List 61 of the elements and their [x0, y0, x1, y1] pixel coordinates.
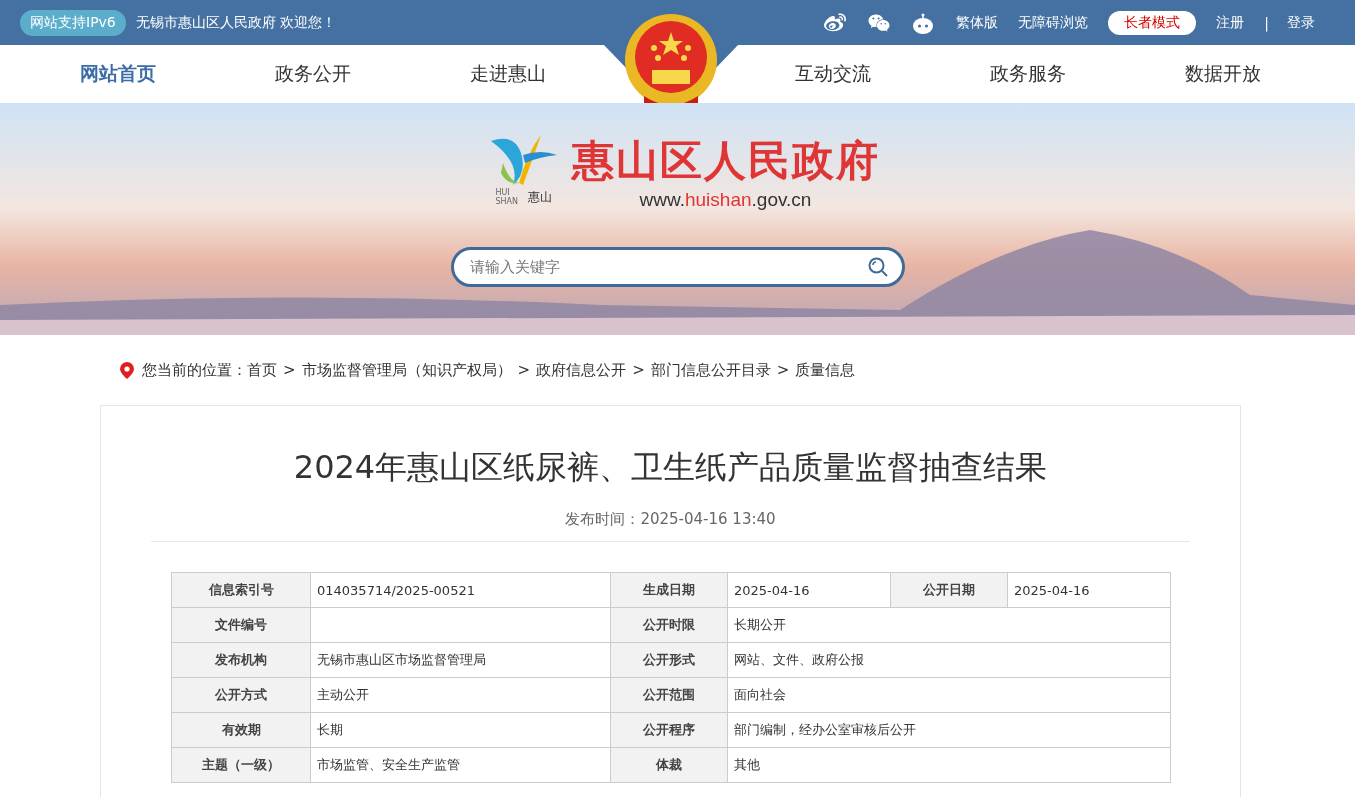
field-label: 公开日期 [890, 572, 1008, 608]
nav-item[interactable]: 互动交流 [735, 61, 930, 87]
field-value: 部门编制，经办公室审核后公开 [727, 712, 1171, 748]
field-value: 长期 [310, 712, 611, 748]
top-link[interactable]: 繁体版 [956, 13, 999, 32]
field-label: 有效期 [171, 712, 311, 748]
field-label: 生成日期 [610, 572, 728, 608]
elder-mode-button[interactable]: 长者模式 [1108, 10, 1197, 35]
top-link[interactable]: 无障碍浏览 [1018, 13, 1089, 32]
field-label: 公开方式 [171, 677, 311, 713]
search-field[interactable]: 请输入关键字 [467, 257, 868, 277]
breadcrumb-separator: > [517, 361, 531, 379]
field-value: 网站、文件、政府公报 [727, 642, 1171, 678]
location-pin-icon [120, 361, 134, 379]
field-value: 2025-04-16 [1007, 572, 1171, 608]
field-value: 其他 [727, 747, 1171, 783]
breadcrumb-separator: > [283, 361, 296, 379]
field-value: 长期公开 [727, 607, 1171, 643]
search-icon[interactable] [867, 257, 888, 277]
robot-icon[interactable] [912, 11, 935, 34]
field-label: 公开时限 [610, 607, 728, 643]
field-label: 体裁 [610, 747, 728, 783]
breadcrumb-separator: > [776, 361, 790, 379]
nav-item[interactable]: 数据开放 [1125, 61, 1320, 87]
field-value: 2025-04-16 [727, 572, 891, 608]
breadcrumb-link[interactable]: 政府信息公开 [536, 360, 627, 380]
field-label: 发布机构 [171, 642, 311, 678]
breadcrumb-label: 您当前的位置： [142, 360, 247, 380]
field-value: 014035714/2025-00521 [310, 572, 611, 608]
logo-latin-text: HUI SHAN [495, 188, 520, 206]
field-label: 信息索引号 [171, 572, 311, 608]
nav-item[interactable]: 网站首页 [20, 61, 215, 87]
ipv6-badge: 网站支持IPv6 [20, 9, 126, 36]
field-label: 公开范围 [610, 677, 728, 713]
field-value: 市场监管、安全生产监管 [310, 747, 611, 783]
field-label: 主题（一级） [171, 747, 311, 783]
breadcrumb-link[interactable]: 市场监督管理局（知识产权局） [301, 360, 512, 380]
field-value: 面向社会 [727, 677, 1171, 713]
weibo-icon[interactable] [824, 11, 847, 34]
breadcrumb-link[interactable]: 质量信息 [795, 360, 856, 380]
login-link[interactable]: 登录 [1287, 13, 1315, 32]
nav-item[interactable]: 政务服务 [930, 61, 1125, 87]
nav-item[interactable]: 政务公开 [215, 61, 410, 87]
breadcrumb-separator: > [632, 361, 645, 379]
field-label: 文件编号 [171, 607, 311, 643]
nav-item[interactable]: 走进惠山 [410, 61, 605, 87]
field-value: 无锡市惠山区市场监督管理局 [310, 642, 611, 678]
search-bar[interactable]: 请输入关键字 [450, 247, 905, 287]
breadcrumb-link[interactable]: 首页 [247, 360, 277, 380]
divider-text: | [1264, 14, 1269, 31]
welcome-text: 无锡市惠山区人民政府 欢迎您！ [135, 13, 338, 32]
site-url: www.huishan.gov.cn [639, 189, 812, 211]
breadcrumb-link[interactable]: 部门信息公开目录 [650, 360, 771, 380]
field-label: 公开形式 [610, 642, 728, 678]
site-title: 惠山区人民政府 [571, 135, 880, 187]
logo-name-text: 惠山 [527, 188, 552, 206]
register-link[interactable]: 注册 [1216, 13, 1245, 32]
article-title: 2024年惠山区纸尿裤、卫生纸产品质量监督抽查结果 [292, 447, 1049, 488]
publish-time: 发布时间：2025-04-16 13:40 [151, 510, 1190, 542]
field-value: 主动公开 [310, 677, 611, 713]
field-label: 公开程序 [610, 712, 728, 748]
